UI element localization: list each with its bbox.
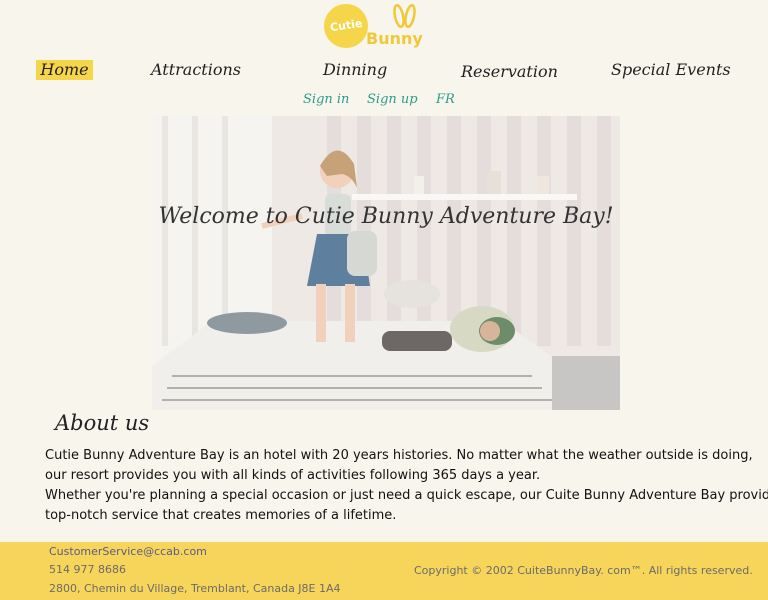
sign-in-link[interactable]: Sign in bbox=[303, 91, 349, 109]
language-fr-link[interactable]: FR bbox=[436, 91, 455, 109]
nav-special-events[interactable]: Special Events bbox=[611, 60, 731, 80]
footer-copyright: Copyright © 2002 CuiteBunnyBay. com™. Al… bbox=[414, 564, 753, 577]
nav-reservation[interactable]: Reservation bbox=[461, 62, 558, 82]
logo[interactable]: Cutie Bunny bbox=[324, 4, 434, 50]
about-paragraph-line: our resort provides you with all kinds o… bbox=[45, 468, 541, 483]
hero-title: Welcome to Cutie Bunny Adventure Bay! bbox=[158, 204, 614, 229]
about-paragraph-line: top-notch service that creates memories … bbox=[45, 508, 397, 523]
footer-address: 2800, Chemin du Village, Tremblant, Cana… bbox=[49, 582, 341, 595]
footer-email-link[interactable]: CustomerService@ccab.com bbox=[49, 545, 207, 558]
about-paragraph-line: Whether you're planning a special occasi… bbox=[45, 488, 768, 503]
hero-image bbox=[152, 116, 620, 410]
nav-home[interactable]: Home bbox=[36, 60, 93, 80]
sign-up-link[interactable]: Sign up bbox=[367, 91, 418, 109]
footer-phone: 514 977 8686 bbox=[49, 563, 126, 576]
bunny-ears-icon bbox=[393, 4, 416, 29]
about-title: About us bbox=[55, 411, 150, 435]
nav-attractions[interactable]: Attractions bbox=[151, 60, 241, 80]
about-paragraph-line: Cutie Bunny Adventure Bay is an hotel wi… bbox=[45, 448, 753, 463]
nav-dinning[interactable]: Dinning bbox=[323, 60, 387, 80]
footer: CustomerService@ccab.com 514 977 8686 28… bbox=[0, 542, 768, 600]
hero-banner: Welcome to Cutie Bunny Adventure Bay! bbox=[152, 116, 620, 410]
